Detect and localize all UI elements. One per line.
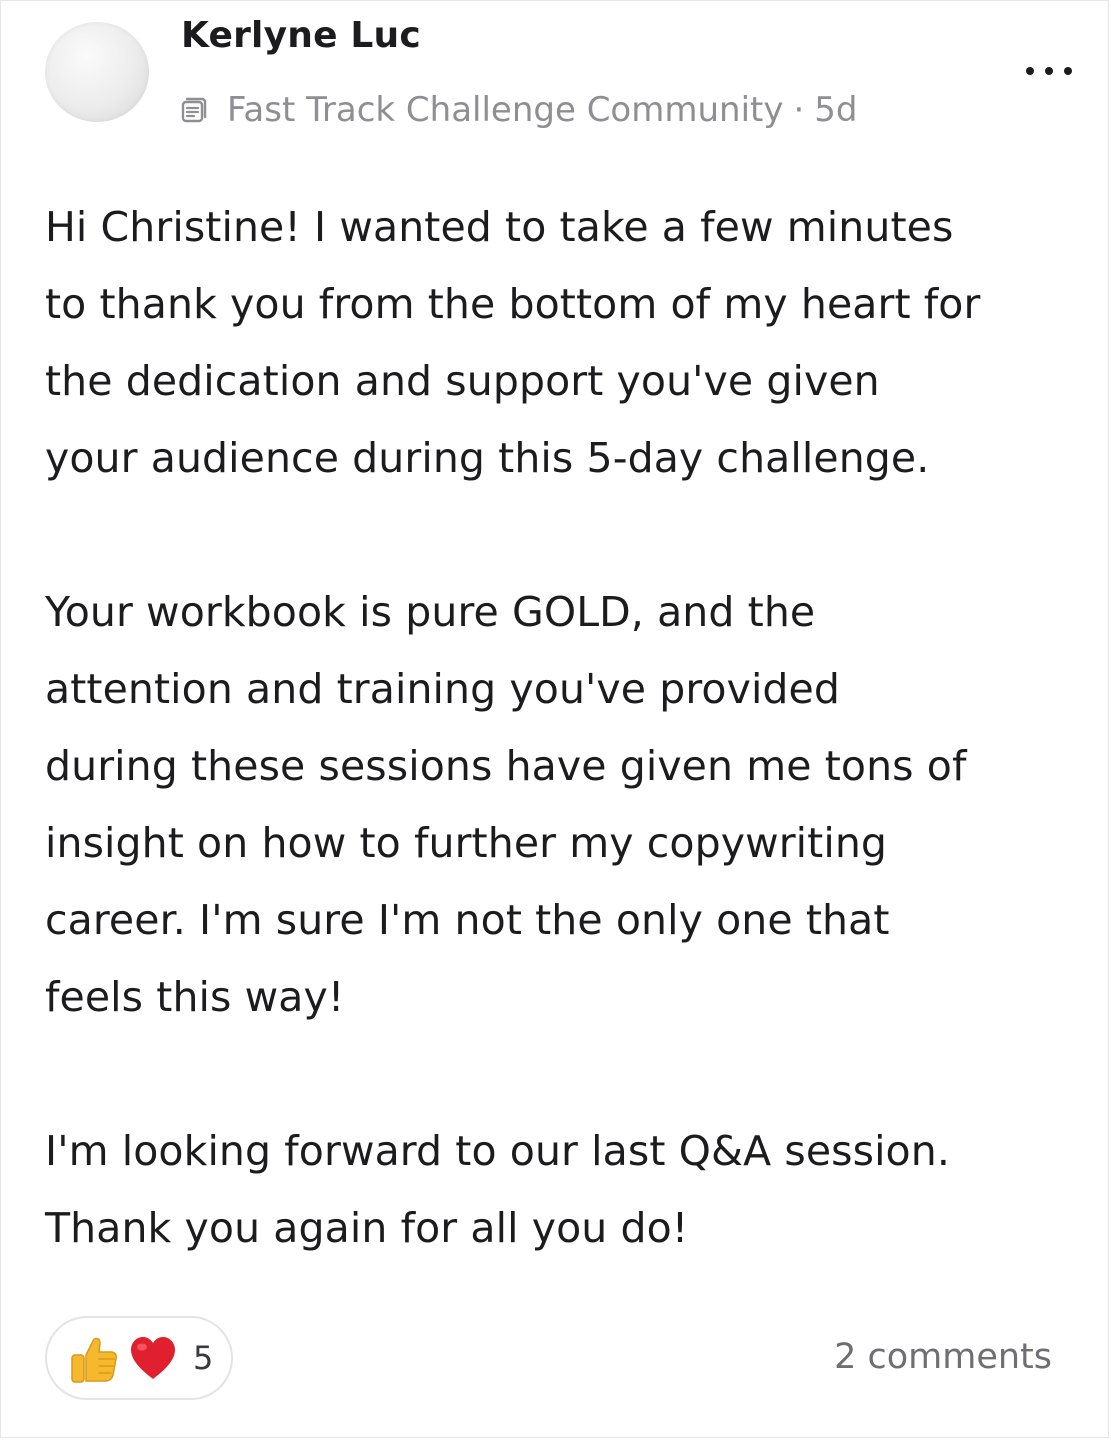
thumbs-up-icon xyxy=(65,1330,121,1386)
post-meta: Fast Track Challenge Community · 5d xyxy=(179,87,858,133)
post-body: Hi Christine! I wanted to take a few min… xyxy=(45,189,1085,1267)
space-list-icon xyxy=(179,95,209,125)
reactions-button[interactable]: 5 xyxy=(45,1316,233,1400)
heart-icon xyxy=(125,1330,181,1386)
post-paragraph: I'm looking forward to our last Q&A sess… xyxy=(45,1127,950,1252)
author-name[interactable]: Kerlyne Luc xyxy=(181,15,421,56)
more-dots-icon[interactable] xyxy=(1026,61,1072,81)
post-age: 5d xyxy=(814,90,858,130)
comments-link[interactable]: 2 comments xyxy=(834,1337,1052,1377)
author-avatar[interactable] xyxy=(45,22,149,122)
reaction-count: 5 xyxy=(193,1339,214,1377)
space-name-link[interactable]: Fast Track Challenge Community xyxy=(227,90,783,130)
post-paragraph: Your workbook is pure GOLD, and the atte… xyxy=(45,588,967,1021)
meta-separator: · xyxy=(793,90,805,130)
post-paragraph: Hi Christine! I wanted to take a few min… xyxy=(45,203,981,482)
post-card: Kerlyne Luc Fast Track Challenge Communi… xyxy=(0,0,1109,1438)
